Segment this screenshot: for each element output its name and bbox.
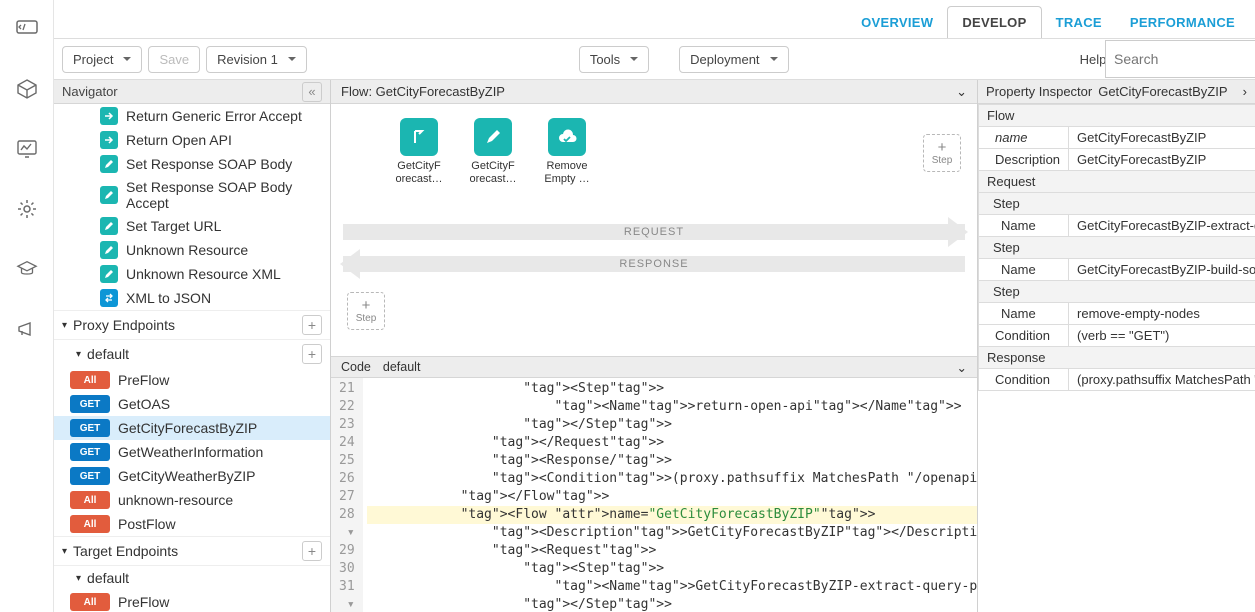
nav-policy[interactable]: Unknown Resource XML (54, 262, 330, 286)
inspector-title: Property Inspector (986, 84, 1092, 99)
save-button[interactable]: Save (148, 46, 200, 73)
nav-section[interactable]: Target Endpoints+ (54, 536, 330, 565)
code-header: Code default ⌄ (331, 356, 977, 378)
learn-icon[interactable] (16, 258, 38, 280)
nav-policy[interactable]: Set Response SOAP Body Accept (54, 176, 330, 214)
code-body: 21 22232425262728 ▾293031 ▾32333435 "tag… (331, 378, 977, 612)
editor-panel: Flow: GetCityForecastByZIP ⌄ GetCityFore… (331, 80, 978, 612)
nav-policy[interactable]: Return Open API (54, 128, 330, 152)
nav-flow[interactable]: AllPreFlow (54, 368, 330, 392)
tab-trace[interactable]: TRACE (1042, 7, 1116, 38)
collapse-left-icon[interactable]: « (302, 82, 322, 102)
analytics-icon[interactable] (16, 138, 38, 160)
add-icon[interactable]: + (302, 315, 322, 335)
add-icon[interactable]: + (302, 344, 322, 364)
inspector-row[interactable]: Condition(proxy.pathsuffix MatchesPath "… (979, 369, 1255, 391)
navigator-header: Navigator « (54, 80, 330, 104)
policy-step[interactable]: RemoveEmpty … (539, 118, 595, 185)
nav-flow[interactable]: GETGetOAS (54, 392, 330, 416)
policy-step[interactable]: GetCityForecast… (391, 118, 447, 185)
nav-policy[interactable]: Unknown Resource (54, 238, 330, 262)
navigator-title: Navigator (62, 84, 118, 99)
navigator-panel: Navigator « Return Generic Error AcceptR… (54, 80, 331, 612)
nav-policy[interactable]: Set Response SOAP Body (54, 152, 330, 176)
deployment-dropdown[interactable]: Deployment (679, 46, 788, 73)
nav-flow[interactable]: GETGetCityForecastByZIP (54, 416, 330, 440)
inspector-row[interactable]: Step (979, 193, 1255, 215)
gutter: 21 22232425262728 ▾293031 ▾32333435 (331, 378, 363, 612)
top-tabs: OVERVIEW DEVELOP TRACE PERFORMANCE (847, 0, 1255, 38)
nav-flow[interactable]: GETGetWeatherInformation (54, 440, 330, 464)
toolbar: Project Save Revision 1 Tools Deployment… (54, 38, 1255, 80)
request-lane: REQUEST (343, 224, 965, 240)
inspector-row[interactable]: Step (979, 237, 1255, 259)
inspector-table: FlownameGetCityForecastByZIPDescriptionG… (978, 104, 1255, 391)
inspector-row[interactable]: Nameremove-empty-nodes (979, 303, 1255, 325)
policy-step[interactable]: GetCityForecast… (465, 118, 521, 185)
tab-overview[interactable]: OVERVIEW (847, 7, 947, 38)
package-icon[interactable] (16, 78, 38, 100)
inspector-target: GetCityForecastByZIP (1098, 84, 1227, 99)
nav-policy[interactable]: Set Target URL (54, 214, 330, 238)
inspector-row[interactable]: DescriptionGetCityForecastByZIP (979, 149, 1255, 171)
nav-flow[interactable]: AllPreFlow (54, 590, 330, 612)
inspector-row[interactable]: NameGetCityForecastByZIP-extract-qu (979, 215, 1255, 237)
left-rail (0, 0, 54, 612)
code-editor[interactable]: "tag"><Step"tag">> "tag"><Name"tag">>ret… (363, 378, 977, 612)
add-icon[interactable]: + (302, 541, 322, 561)
property-inspector: Property Inspector GetCityForecastByZIP … (978, 80, 1255, 612)
nav-flow[interactable]: Allunknown-resource (54, 488, 330, 512)
revision-dropdown[interactable]: Revision 1 (206, 46, 307, 73)
settings-icon[interactable] (16, 198, 38, 220)
add-step-left[interactable]: +Step (347, 292, 385, 330)
inspector-row[interactable]: Request (979, 171, 1255, 193)
nav-section[interactable]: Proxy Endpoints+ (54, 310, 330, 339)
nav-flow[interactable]: GETGetCityWeatherByZIP (54, 464, 330, 488)
collapse-down-icon[interactable]: ⌄ (956, 84, 967, 100)
code-tab[interactable]: Code (341, 360, 371, 374)
inspector-row[interactable]: NameGetCityForecastByZIP-build-soap (979, 259, 1255, 281)
code-default[interactable]: default (383, 360, 421, 374)
nav-section[interactable]: default+ (54, 339, 330, 368)
flow-header: Flow: GetCityForecastByZIP ⌄ (331, 80, 977, 104)
nav-policy[interactable]: Return Generic Error Accept (54, 104, 330, 128)
inspector-row[interactable]: Response (979, 347, 1255, 369)
inspector-header: Property Inspector GetCityForecastByZIP … (978, 80, 1255, 104)
response-lane: RESPONSE (343, 256, 965, 272)
tab-develop[interactable]: DEVELOP (947, 6, 1041, 38)
tools-dropdown[interactable]: Tools (579, 46, 649, 73)
nav-policy[interactable]: XML to JSON (54, 286, 330, 310)
nav-section[interactable]: default (54, 565, 330, 590)
api-icon[interactable] (16, 18, 38, 40)
inspector-row[interactable]: nameGetCityForecastByZIP (979, 127, 1255, 149)
flow-canvas: GetCityForecast… GetCityForecast… RemoveEm… (331, 104, 977, 356)
add-step-right[interactable]: +Step (923, 134, 961, 172)
search-input[interactable] (1105, 40, 1255, 78)
code-collapse-icon[interactable]: ⌄ (957, 360, 967, 375)
nav-flow[interactable]: AllPostFlow (54, 512, 330, 536)
flow-title: Flow: GetCityForecastByZIP (341, 84, 505, 99)
main: Navigator « Return Generic Error AcceptR… (54, 80, 1255, 612)
tab-performance[interactable]: PERFORMANCE (1116, 7, 1249, 38)
inspector-row[interactable]: Step (979, 281, 1255, 303)
project-dropdown[interactable]: Project (62, 46, 142, 73)
announce-icon[interactable] (16, 318, 38, 340)
inspector-row[interactable]: Flow (979, 105, 1255, 127)
inspector-row[interactable]: Condition(verb == "GET") (979, 325, 1255, 347)
